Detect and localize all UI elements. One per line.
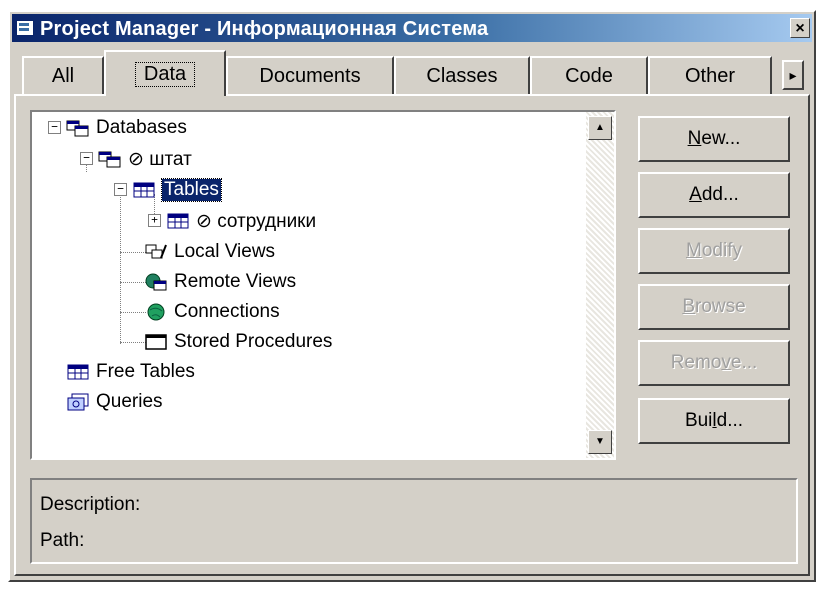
build-button[interactable]: Bui l d... [638, 398, 790, 444]
tree-node-local-views[interactable]: Local Views [144, 238, 275, 266]
add-button-label-post: dd... [701, 184, 739, 205]
remote-views-icon [145, 273, 167, 291]
new-button-label-post: ew... [701, 128, 741, 149]
expander-shtat[interactable]: − [80, 152, 93, 165]
tree-label-tables: Tables [161, 178, 222, 202]
tree-label-free-tables: Free Tables [96, 361, 195, 382]
tree-node-queries[interactable]: Queries [66, 388, 163, 416]
connections-icon [147, 303, 165, 321]
tree-label-connections: Connections [174, 301, 280, 322]
tab-code[interactable]: Code [530, 56, 648, 94]
tree-label-stored-procedures: Stored Procedures [174, 331, 333, 352]
table-icon [133, 182, 155, 198]
browse-button[interactable]: Browse [638, 284, 790, 330]
scroll-up-button[interactable]: ▲ [588, 116, 612, 140]
title-bar[interactable]: Project Manager - Информационная Система… [12, 14, 812, 42]
remove-button[interactable]: Remo v e... [638, 340, 790, 386]
tree-node-shtat[interactable]: ⊘ штат [98, 145, 192, 173]
tree-content: − − − + Databases ⊘ штат Tables ⊘ сотруд… [32, 112, 584, 458]
build-button-label-post: d... [716, 410, 744, 431]
remove-button-mnemonic: v [721, 352, 731, 373]
tree-node-sotrudniki[interactable]: ⊘ сотрудники [166, 207, 316, 235]
database-icon [98, 151, 121, 168]
new-button[interactable]: New... [638, 116, 790, 162]
browse-button-mnemonic: B [682, 296, 695, 317]
browse-button-label-post: rowse [695, 296, 746, 317]
remove-button-label-pre: Remo [670, 352, 722, 373]
tree-node-stored-procedures[interactable]: Stored Procedures [144, 328, 332, 356]
add-button[interactable]: Add... [638, 172, 790, 218]
tab-data[interactable]: Data [104, 50, 226, 96]
project-tree[interactable]: − − − + Databases ⊘ штат Tables ⊘ сотруд… [30, 110, 616, 460]
scroll-down-button[interactable]: ▼ [588, 430, 612, 454]
tab-code-label: Code [565, 64, 613, 87]
queries-icon [67, 393, 89, 411]
path-label: Path: [40, 530, 85, 551]
tab-classes-label: Classes [426, 64, 498, 87]
databases-icon [66, 120, 89, 137]
tab-scroll-button[interactable]: ▸ [782, 60, 804, 90]
tab-documents[interactable]: Documents [226, 56, 394, 94]
tree-node-tables[interactable]: Tables [132, 176, 222, 204]
tab-strip: All Data Documents Classes Code Other ▸ [14, 50, 810, 100]
modify-button-mnemonic: M [686, 240, 702, 261]
tab-classes[interactable]: Classes [394, 56, 530, 94]
tab-other[interactable]: Other [648, 56, 772, 94]
info-panel: Description: Path: [30, 478, 798, 564]
tab-other-label: Other [684, 64, 736, 87]
free-tables-icon [67, 364, 89, 380]
tree-label-queries: Queries [96, 391, 163, 412]
tree-node-databases[interactable]: Databases [66, 114, 187, 142]
modify-button[interactable]: Modify [638, 228, 790, 274]
description-label: Description: [40, 494, 141, 515]
tab-all[interactable]: All [22, 56, 104, 94]
tab-data-label: Data [134, 61, 196, 87]
project-manager-icon [16, 20, 34, 36]
tree-node-free-tables[interactable]: Free Tables [66, 358, 195, 386]
close-button[interactable]: × [790, 18, 810, 38]
window-title: Project Manager - Информационная Система [40, 18, 489, 40]
tree-scrollbar[interactable]: ▲ ▼ [586, 112, 614, 458]
expander-sotrudniki[interactable]: + [148, 214, 161, 227]
new-button-mnemonic: N [687, 128, 702, 149]
expander-tables[interactable]: − [114, 183, 127, 196]
tree-node-remote-views[interactable]: Remote Views [144, 268, 296, 296]
tab-all-label: All [51, 64, 75, 87]
tree-label-local-views: Local Views [174, 241, 276, 262]
table-icon [167, 213, 189, 229]
expander-databases[interactable]: − [48, 121, 61, 134]
tree-label-databases: Databases [96, 117, 187, 138]
stored-procedures-icon [145, 334, 167, 350]
modify-button-label-post: odify [701, 240, 742, 261]
add-button-mnemonic: A [689, 184, 702, 205]
tab-documents-label: Documents [259, 64, 361, 87]
tree-label-shtat: ⊘ штат [128, 148, 192, 170]
local-views-icon [145, 244, 167, 259]
tree-label-sotrudniki: ⊘ сотрудники [196, 210, 317, 232]
tree-label-remote-views: Remote Views [174, 271, 297, 292]
build-button-label-pre: Bui [684, 410, 713, 431]
remove-button-label-post: e... [730, 352, 758, 373]
tree-node-connections[interactable]: Connections [144, 298, 280, 326]
